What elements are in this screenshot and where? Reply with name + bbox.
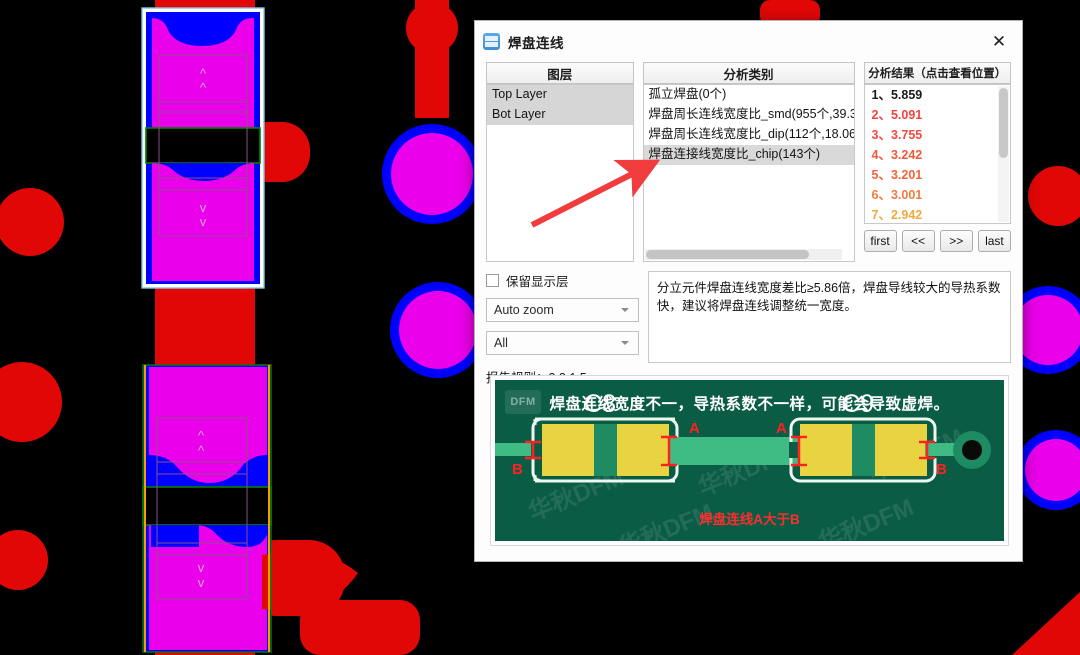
layers-panel: 图层 Top Layer Bot Layer: [486, 62, 634, 262]
result-index: 4、: [871, 148, 891, 162]
result-value: 3.001: [890, 188, 923, 202]
close-icon[interactable]: ✕: [980, 25, 1018, 57]
component-c8: [531, 417, 681, 483]
result-value: 3.242: [890, 148, 923, 162]
keep-layer-checkbox-row[interactable]: 保留显示层: [486, 271, 639, 289]
result-row[interactable]: 3、3.755: [865, 125, 1011, 145]
result-index: 5、: [871, 168, 891, 182]
lower-row: 保留显示层 Auto zoom All 报告规则：3,2,1.5 分立元件焊盘连…: [486, 262, 1011, 386]
layer-item-top[interactable]: Top Layer: [487, 85, 633, 105]
svg-text:v: v: [200, 200, 207, 215]
result-index: 2、: [871, 108, 891, 122]
category-item-smd[interactable]: 焊盘周长连线宽度比_smd(955个,39.37: [644, 105, 854, 125]
result-value: 5.859: [890, 88, 923, 102]
results-header: 分析结果（点击查看位置）: [863, 62, 1011, 84]
result-row[interactable]: 4、3.242: [865, 145, 1011, 165]
app-logo-icon: [483, 33, 500, 50]
keep-layer-label: 保留显示层: [506, 274, 569, 289]
label-c8: C8: [584, 390, 616, 418]
result-row[interactable]: 6、3.001: [865, 185, 1011, 205]
first-button[interactable]: first: [863, 230, 897, 252]
results-list[interactable]: 1、5.859 2、5.091 3、3.755 4、3.242 5、3.201: [863, 84, 1011, 224]
component-top[interactable]: ^ ^ v v: [141, 7, 265, 289]
category-item-dip[interactable]: 焊盘周长连线宽度比_dip(112个,18.06m: [644, 125, 854, 145]
result-value: 5.091: [890, 108, 923, 122]
prev-button[interactable]: <<: [901, 230, 935, 252]
label-c9: C9: [842, 390, 874, 418]
result-row[interactable]: 5、3.201: [865, 165, 1011, 185]
label-b-right: B: [936, 461, 947, 478]
layer-item-bot[interactable]: Bot Layer: [487, 105, 633, 125]
categories-panel: 分析类别 孤立焊盘(0个) 焊盘周长连线宽度比_smd(955个,39.37 焊…: [642, 62, 855, 262]
label-a-right: A: [776, 420, 787, 437]
label-a-left: A: [689, 420, 700, 437]
title-bar: 焊盘连线 ✕: [475, 21, 1022, 62]
result-row[interactable]: 1、5.859: [865, 85, 1011, 105]
zoom-select[interactable]: Auto zoom: [486, 298, 639, 322]
description-box: 分立元件焊盘连线宽度差比≥5.86倍，焊盘导线较大的导热系数快，建议将焊盘连线调…: [647, 271, 1011, 363]
chevron-down-icon: [620, 341, 629, 345]
component-c9: [789, 417, 939, 483]
result-index: 3、: [871, 128, 891, 142]
category-item-isolated-pad[interactable]: 孤立焊盘(0个): [644, 85, 854, 105]
panel-columns: 图层 Top Layer Bot Layer 分析类别 孤立焊盘(0个) 焊盘周…: [486, 62, 1011, 262]
svg-text:^: ^: [200, 66, 207, 81]
keep-layer-checkbox[interactable]: [486, 273, 499, 287]
zoom-select-value: Auto zoom: [494, 303, 554, 317]
results-vscrollbar[interactable]: [998, 86, 1009, 222]
categories-list[interactable]: 孤立焊盘(0个) 焊盘周长连线宽度比_smd(955个,39.37 焊盘周长连线…: [642, 84, 855, 262]
result-value: 3.755: [890, 128, 923, 142]
result-value: 3.201: [890, 168, 923, 182]
illustration-frame: 华秋DFM 华秋DFM 华秋DFM 华秋DFM 华秋DFM DFM 焊盘连线宽度…: [490, 375, 1009, 546]
dialog-body: 图层 Top Layer Bot Layer 分析类别 孤立焊盘(0个) 焊盘周…: [475, 62, 1022, 386]
result-row[interactable]: 7、2.942: [865, 205, 1011, 223]
result-index: 7、: [871, 208, 891, 222]
left-controls: 保留显示层 Auto zoom All 报告规则：3,2,1.5: [486, 271, 639, 386]
layers-list[interactable]: Top Layer Bot Layer: [486, 84, 634, 262]
chevron-down-icon: [620, 308, 629, 312]
label-b-left: B: [512, 461, 523, 478]
svg-text:v: v: [198, 560, 205, 575]
categories-header: 分析类别: [642, 62, 855, 84]
results-nav: first << >> last: [863, 230, 1011, 252]
results-vscroll-thumb[interactable]: [999, 88, 1008, 158]
svg-text:^: ^: [200, 80, 207, 95]
result-index: 6、: [871, 188, 891, 202]
categories-hscrollbar[interactable]: [644, 249, 842, 260]
next-button[interactable]: >>: [939, 230, 973, 252]
illustration-caption: 焊盘连线A大于B: [699, 512, 800, 527]
results-panel: 分析结果（点击查看位置） 1、5.859 2、5.091 3、3.755 4、3…: [863, 62, 1011, 252]
window-title: 焊盘连线: [508, 35, 564, 51]
result-value: 2.942: [890, 208, 923, 222]
svg-text:v: v: [198, 575, 205, 590]
svg-text:v: v: [200, 214, 207, 229]
svg-text:^: ^: [198, 443, 205, 458]
category-item-chip[interactable]: 焊盘连接线宽度比_chip(143个): [643, 145, 854, 165]
svg-text:^: ^: [198, 428, 205, 443]
last-button[interactable]: last: [977, 230, 1011, 252]
result-row[interactable]: 2、5.091: [865, 105, 1011, 125]
filter-select[interactable]: All: [486, 331, 639, 355]
filter-select-value: All: [494, 336, 508, 350]
categories-hscroll-thumb[interactable]: [645, 250, 809, 259]
illustration: 华秋DFM 华秋DFM 华秋DFM 华秋DFM 华秋DFM DFM 焊盘连线宽度…: [495, 380, 1004, 541]
layers-header: 图层: [486, 62, 634, 84]
result-index: 1、: [871, 88, 891, 102]
screen: ^ ^ v v ^ ^ v v 焊盘连线 ✕ 图层 Top Layer Bot …: [0, 0, 1080, 655]
